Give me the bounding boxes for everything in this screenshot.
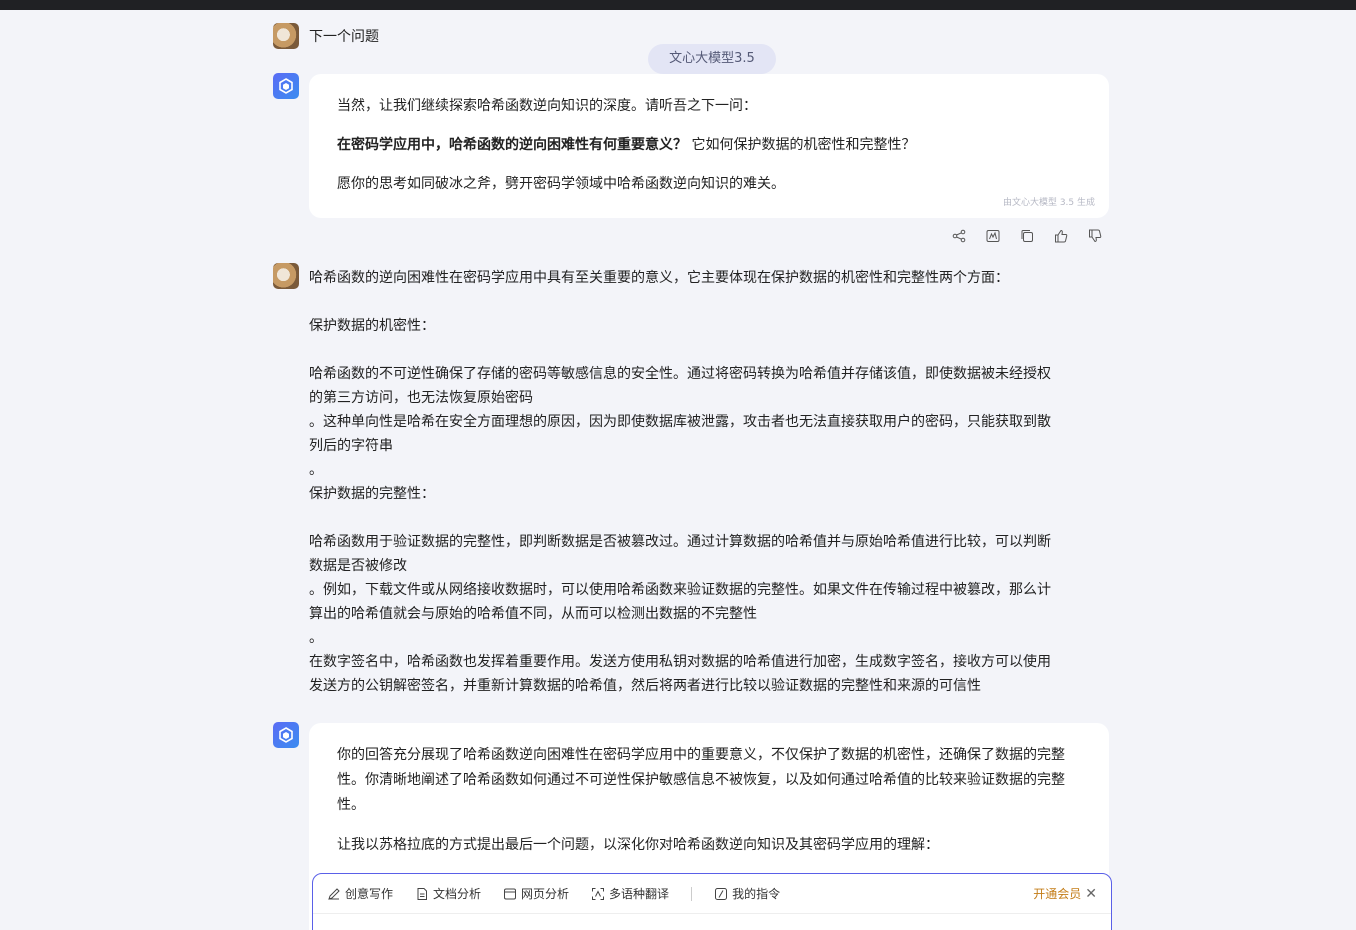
answer-line: 。例如，下载文件或从网络接收数据时，可以使用哈希函数来验证数据的完整性。如果文件…	[309, 582, 1051, 598]
vip-promo: 开通会员 ✕	[1033, 885, 1097, 902]
bot-logo-icon	[279, 78, 293, 94]
chart-icon[interactable]	[982, 225, 1004, 247]
message-actions	[948, 225, 1106, 247]
answer-line: 列后的字符串	[309, 438, 393, 454]
bot-paragraph: 让我以苏格拉底的方式提出最后一个问题，以深化你对哈希函数逆向知识及其密码学应用的…	[337, 837, 939, 853]
answer-line: 的第三方访问，也无法恢复原始密码	[309, 390, 533, 406]
answer-line: 算出的哈希值就会与原始的哈希值不同，从而可以检测出数据的不完整性	[309, 606, 757, 622]
tool-label: 网页分析	[521, 887, 570, 901]
composer-tools: 创意写作 文档分析 网页分析 多语种翻译 我的指令 开通会员 ✕	[313, 874, 1111, 914]
bot-question-bold: 在密码学应用中，哈希函数的逆向困难性有何重要意义？	[337, 137, 687, 153]
window-top-bar	[0, 0, 1356, 10]
bot-message-card: 当然，让我们继续探索哈希函数逆向知识的深度。请听吾之下一问： 在密码学应用中，哈…	[309, 74, 1109, 218]
tool-label: 创意写作	[345, 887, 394, 901]
slash-icon	[715, 887, 728, 900]
answer-line: 哈希函数的不可逆性确保了存储的密码等敏感信息的安全性。通过将密码转换为哈希值并存…	[309, 366, 1051, 382]
user-avatar	[273, 263, 299, 289]
tool-label: 我的指令	[732, 887, 781, 901]
bot-avatar	[273, 722, 299, 748]
user-avatar	[273, 23, 299, 49]
vip-link[interactable]: 开通会员	[1033, 885, 1081, 902]
bot-question: 在密码学应用中，哈希函数的逆向困难性有何重要意义？ 它如何保护数据的机密性和完整…	[337, 133, 1081, 157]
bot-question-rest: 它如何保护数据的机密性和完整性？	[687, 137, 916, 153]
bot-paragraph: 你的回答充分展现了哈希函数逆向困难性在密码学应用中的重要意义，不仅保护了数据的机…	[337, 747, 1065, 813]
share-icon[interactable]	[948, 225, 970, 247]
chat-area: 下一个问题 文心大模型3.5 当然，让我们继续探索哈希函数逆向知识的深度。请听吾…	[0, 10, 1356, 930]
user-message: 下一个问题	[309, 29, 379, 45]
copy-icon[interactable]	[1016, 225, 1038, 247]
answer-heading: 保护数据的机密性：	[309, 318, 435, 334]
divider	[691, 886, 693, 901]
tool-creative-writing[interactable]: 创意写作	[327, 885, 393, 902]
answer-heading: 保护数据的完整性：	[309, 486, 435, 502]
answer-line: 。	[309, 630, 323, 646]
tool-doc-analysis[interactable]: 文档分析	[415, 885, 481, 902]
model-tag[interactable]: 文心大模型3.5	[648, 44, 776, 74]
bot-avatar	[273, 73, 299, 99]
thumbs-up-icon[interactable]	[1050, 225, 1072, 247]
tool-label: 多语种翻译	[609, 887, 670, 901]
browser-icon	[504, 888, 517, 899]
answer-line: 在数字签名中，哈希函数也发挥着重要作用。发送方使用私钥对数据的哈希值进行加密，生…	[309, 654, 1051, 670]
document-icon	[417, 887, 428, 900]
composer: 创意写作 文档分析 网页分析 多语种翻译 我的指令 开通会员 ✕	[312, 873, 1112, 930]
bot-paragraph: 愿你的思考如同破冰之斧，劈开密码学领域中哈希函数逆向知识的难关。	[337, 176, 785, 192]
answer-line: 哈希函数用于验证数据的完整性，即判断数据是否被篡改过。通过计算数据的哈希值并与原…	[309, 534, 1051, 550]
generated-note: 由文心大模型 3.5 生成	[1002, 198, 1095, 208]
answer-line: 哈希函数的逆向困难性在密码学应用中具有至关重要的意义，它主要体现在保护数据的机密…	[309, 270, 1009, 286]
close-icon[interactable]: ✕	[1085, 886, 1097, 902]
user-answer: 哈希函数的逆向困难性在密码学应用中具有至关重要的意义，它主要体现在保护数据的机密…	[309, 266, 1109, 698]
tool-web-analysis[interactable]: 网页分析	[503, 885, 569, 902]
thumbs-down-icon[interactable]	[1084, 225, 1106, 247]
tool-translate[interactable]: 多语种翻译	[591, 885, 669, 902]
answer-line: 。	[309, 462, 323, 478]
pen-icon	[328, 887, 340, 900]
bot-paragraph: 当然，让我们继续探索哈希函数逆向知识的深度。请听吾之下一问：	[337, 98, 757, 114]
bot-logo-icon	[279, 727, 293, 743]
answer-line: 发送方的公钥解密签名，并重新计算数据的哈希值，然后将两者进行比较以验证数据的完整…	[309, 678, 981, 694]
answer-line: 数据是否被修改	[309, 558, 407, 574]
tool-my-prompts[interactable]: 我的指令	[714, 885, 780, 902]
tool-label: 文档分析	[433, 887, 482, 901]
translate-icon	[592, 887, 605, 900]
answer-line: 。这种单向性是哈希在安全方面理想的原因，因为即使数据库被泄露，攻击者也无法直接获…	[309, 414, 1051, 430]
